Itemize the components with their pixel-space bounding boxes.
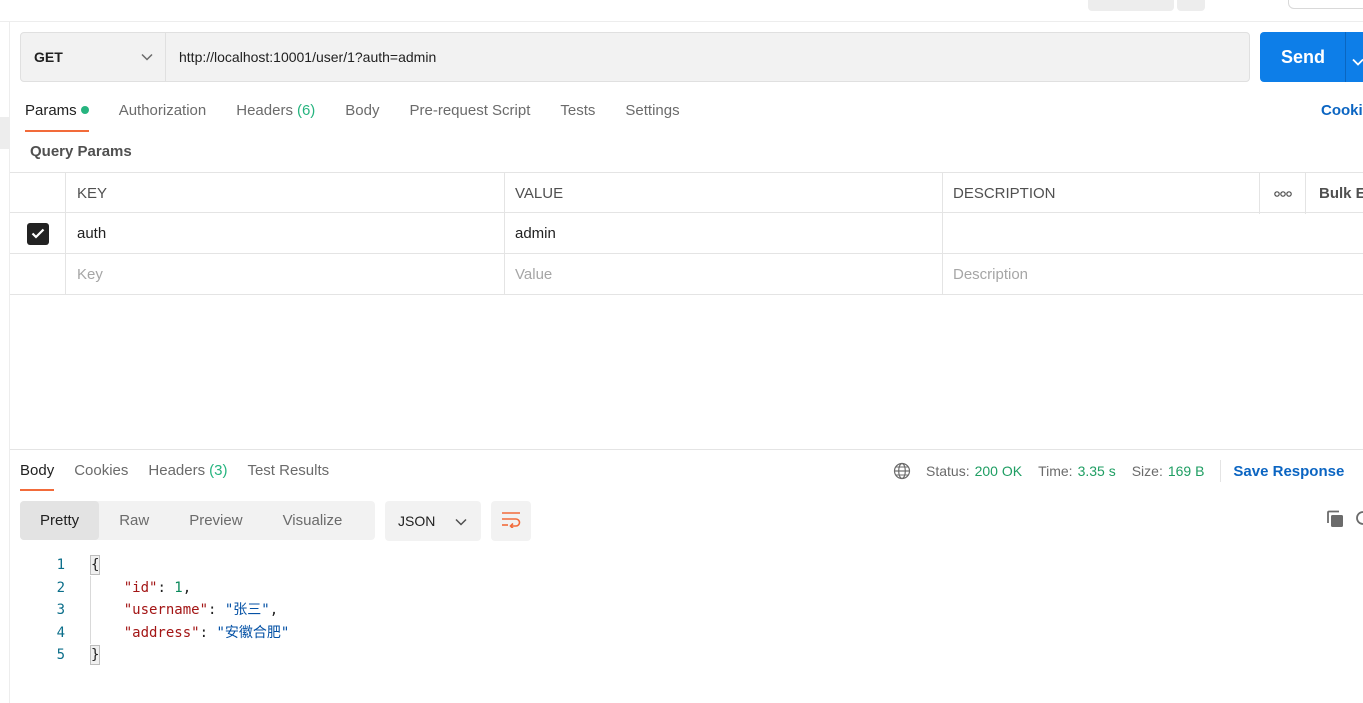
tab-pre-request-script[interactable]: Pre-request Script (410, 100, 531, 130)
column-header-description: DESCRIPTION (943, 173, 1260, 214)
status-display[interactable]: Status: 200 OK (926, 463, 1022, 479)
line-number: 5 (56, 647, 65, 663)
chevron-down-icon (141, 53, 153, 61)
tab-authorization[interactable]: Authorization (119, 100, 207, 130)
chevron-down-icon[interactable] (1352, 50, 1363, 71)
send-split-divider (1345, 32, 1346, 82)
request-url-bar: GET (20, 32, 1250, 82)
table-row: Key Value Description (10, 254, 1363, 295)
line-number: 4 (56, 624, 65, 641)
tab-params[interactable]: Params (25, 100, 89, 132)
tab-test-results[interactable]: Test Results (247, 460, 329, 490)
response-meta: Status: 200 OK Time: 3.35 s Size: 169 B Sav… (893, 460, 1344, 482)
new-description-input[interactable]: Description (943, 254, 1260, 295)
open-brace: { (90, 555, 101, 575)
view-raw[interactable]: Raw (99, 501, 169, 540)
table-row: auth admin (10, 213, 1363, 254)
send-button[interactable]: Send (1260, 32, 1363, 82)
json-key: "id" (123, 579, 158, 596)
wrap-lines-icon (500, 510, 522, 533)
params-header-row: KEY VALUE DESCRIPTION Bulk E (10, 172, 1363, 214)
time-display[interactable]: Time: 3.35 s (1038, 463, 1116, 479)
param-value-cell[interactable]: admin (505, 213, 943, 254)
headers-count: (6) (296, 102, 316, 119)
format-select[interactable]: JSON (385, 501, 481, 541)
column-header-key: KEY (66, 173, 505, 214)
top-bar (0, 0, 1363, 22)
json-key: "username" (123, 602, 209, 618)
view-mode-selector: Pretty Raw Preview Visualize (20, 501, 375, 540)
format-label: JSON (398, 513, 436, 529)
url-input[interactable] (166, 33, 1249, 81)
code-line: 4 "address": "安徽合肥" (20, 622, 290, 645)
pane-divider[interactable] (10, 449, 1363, 450)
column-header-value: VALUE (505, 173, 943, 214)
top-tab-segment[interactable] (1177, 0, 1205, 11)
request-tabs: Params Authorization Headers (6) Body Pre… (25, 100, 710, 132)
close-brace: } (90, 645, 101, 665)
response-headers-count: (3) (209, 462, 228, 479)
row-checkbox-cell (10, 213, 66, 254)
cookies-link[interactable]: Cooki (1321, 100, 1363, 122)
more-options-icon[interactable] (1260, 173, 1306, 214)
save-response-button[interactable]: Save Response (1233, 463, 1344, 480)
chevron-down-icon (455, 513, 467, 529)
param-description-cell[interactable] (943, 213, 1260, 254)
line-number: 2 (56, 579, 65, 596)
new-key-input[interactable]: Key (66, 254, 505, 295)
copy-icon[interactable] (1325, 509, 1345, 534)
tab-body[interactable]: Body (345, 100, 379, 130)
tab-headers[interactable]: Headers (6) (236, 100, 315, 130)
param-key-cell[interactable]: auth (66, 213, 505, 254)
new-value-input[interactable]: Value (505, 254, 943, 295)
header-checkbox-cell (10, 173, 66, 214)
json-value: "安徽合肥" (216, 624, 290, 641)
tab-response-cookies[interactable]: Cookies (74, 460, 128, 490)
json-value: 1 (174, 579, 183, 596)
row-checkbox[interactable] (26, 222, 49, 245)
view-visualize[interactable]: Visualize (263, 501, 363, 540)
method-select[interactable]: GET (21, 33, 166, 81)
globe-icon[interactable] (893, 462, 911, 480)
code-line: 1{ (20, 554, 289, 577)
query-params-title: Query Params (30, 143, 132, 160)
tab-settings[interactable]: Settings (625, 100, 679, 130)
view-preview[interactable]: Preview (169, 501, 262, 540)
tab-response-headers[interactable]: Headers (3) (148, 460, 227, 490)
tab-tests[interactable]: Tests (560, 100, 595, 130)
wrap-lines-button[interactable] (491, 501, 531, 541)
bulk-edit-button[interactable]: Bulk E (1306, 173, 1363, 214)
code-line: 3 "username": "张三", (20, 599, 289, 622)
response-body-code[interactable]: 1{ 2 "id": 1, 3 "username": "张三", 4 "add… (20, 554, 289, 667)
size-display[interactable]: Size: 169 B (1132, 463, 1205, 479)
search-icon[interactable] (1354, 510, 1363, 533)
code-line: 5} (20, 644, 289, 667)
method-label: GET (34, 49, 63, 65)
send-label: Send (1280, 46, 1325, 67)
code-line: 2 "id": 1, (20, 577, 289, 600)
meta-divider (1220, 460, 1222, 482)
empty-checkbox-cell (10, 254, 66, 295)
json-value: "张三" (224, 602, 270, 618)
params-active-dot (80, 106, 89, 114)
view-pretty[interactable]: Pretty (20, 501, 100, 540)
params-table: KEY VALUE DESCRIPTION Bulk E auth admin … (10, 172, 1363, 295)
sidebar-handle[interactable] (0, 117, 9, 149)
top-toggle[interactable] (1288, 0, 1363, 9)
line-number: 1 (56, 557, 65, 573)
json-key: "address" (123, 624, 200, 641)
top-tab-segment[interactable] (1088, 0, 1174, 11)
response-tabs: Body Cookies Headers (3) Test Results (20, 460, 349, 491)
line-number: 3 (56, 602, 65, 618)
tab-response-body[interactable]: Body (20, 460, 55, 491)
